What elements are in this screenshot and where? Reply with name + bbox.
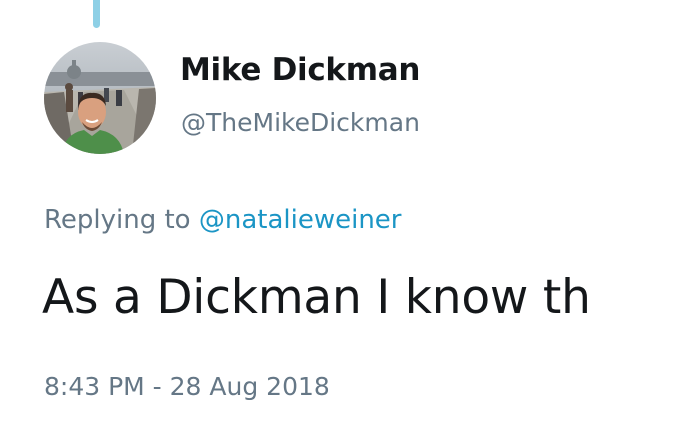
replying-to-label: Replying to	[44, 205, 191, 235]
author-handle[interactable]: @TheMikeDickman	[181, 108, 420, 137]
profile-photo-icon	[44, 42, 156, 154]
tweet-timestamp[interactable]: 8:43 PM - 28 Aug 2018	[44, 372, 330, 401]
tweet-text: As a Dickman I know th	[42, 270, 591, 325]
replying-to-handle-link[interactable]: @natalieweiner	[199, 205, 402, 235]
author-display-name[interactable]: Mike Dickman	[180, 52, 420, 88]
thread-connector-line	[93, 0, 100, 28]
replying-to-line: Replying to @natalieweiner	[44, 205, 402, 235]
avatar[interactable]	[44, 42, 156, 154]
